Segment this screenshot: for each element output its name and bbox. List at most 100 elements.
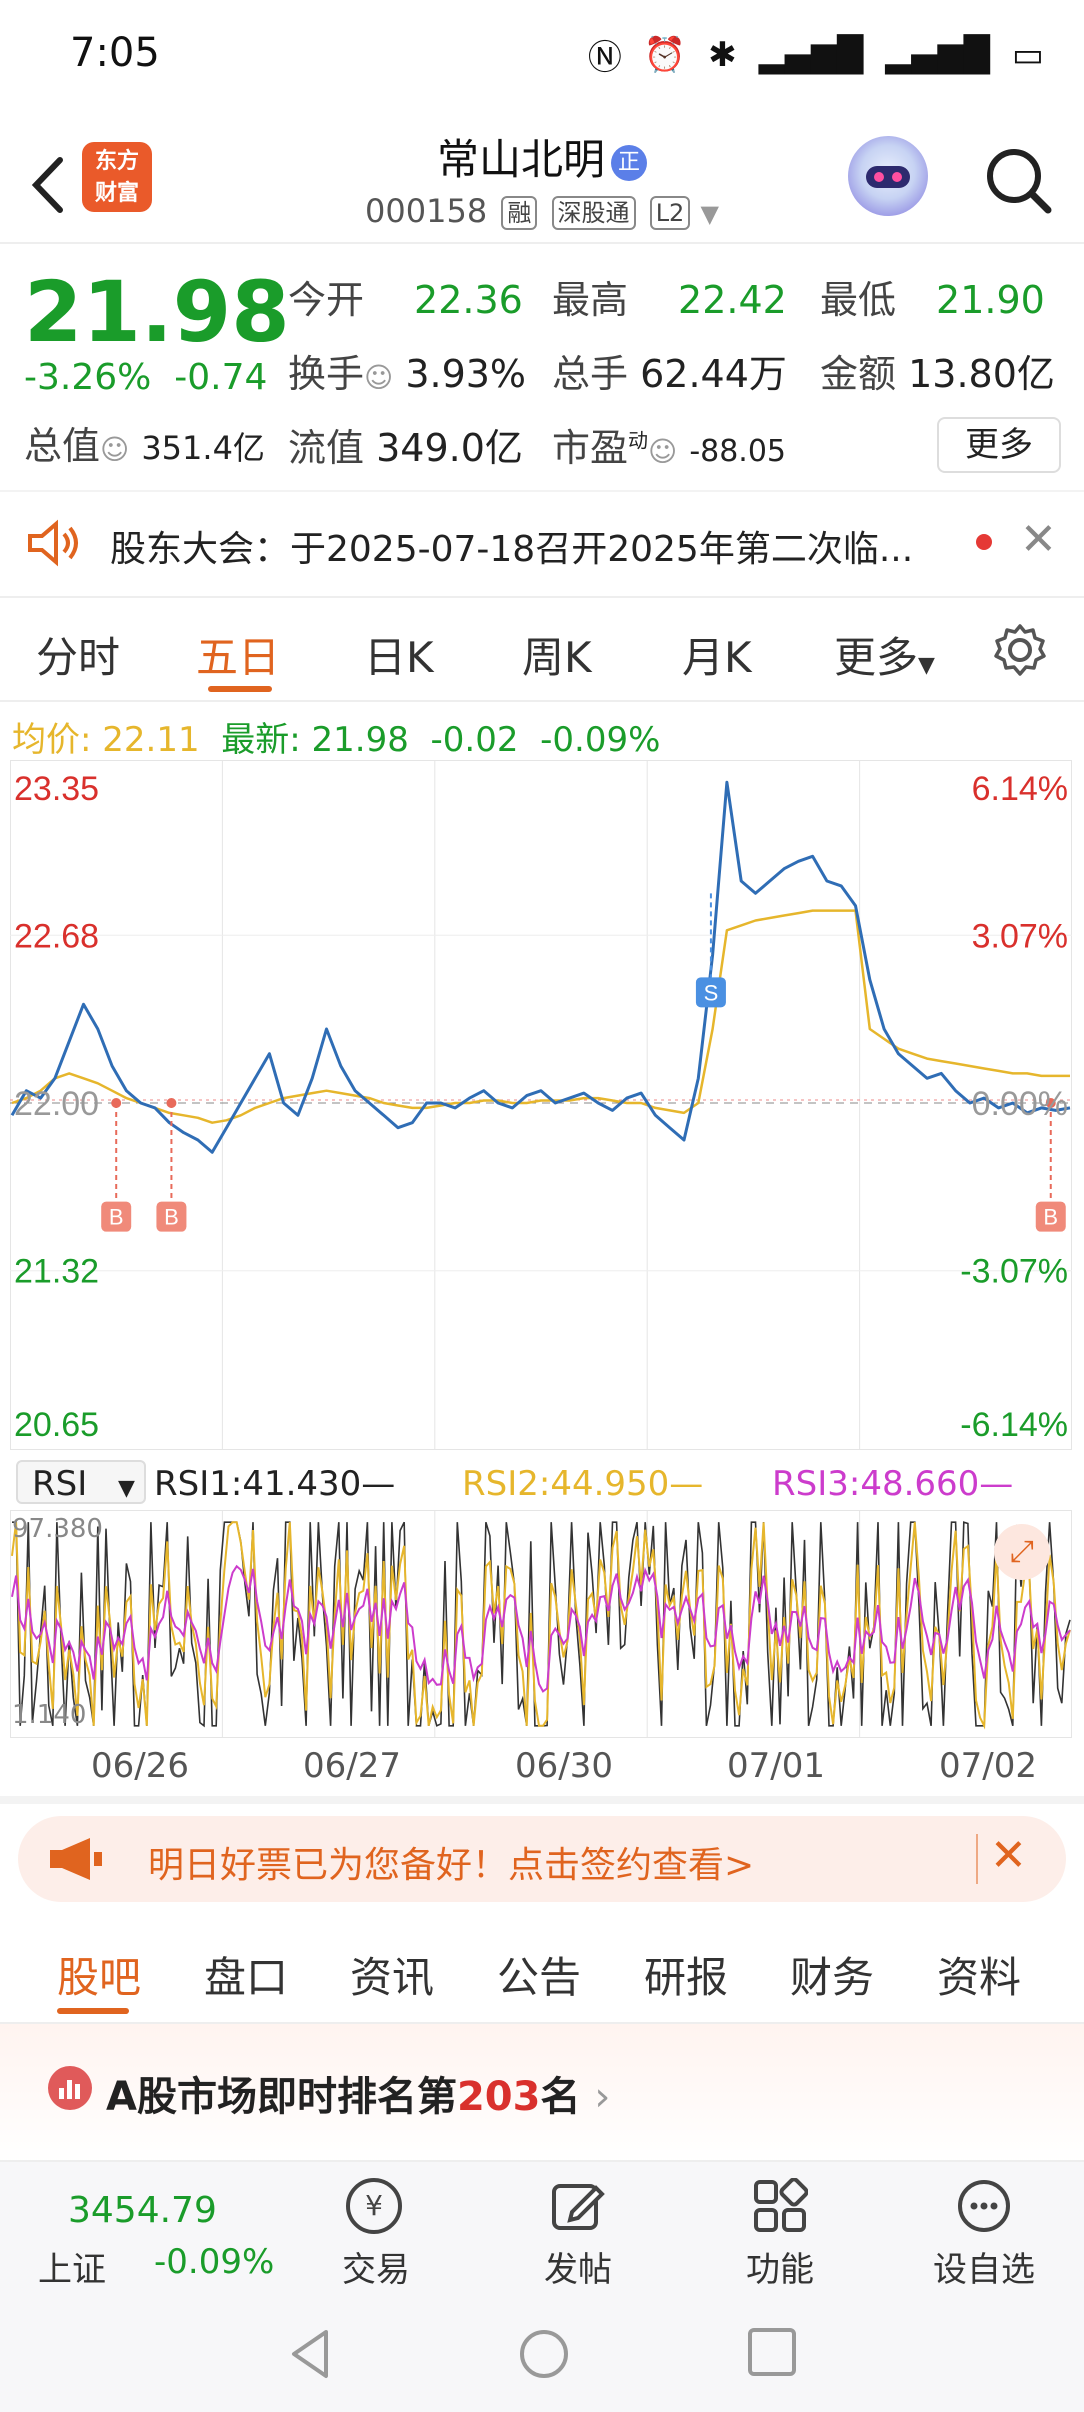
tab-more[interactable]: 更多▼	[834, 624, 935, 685]
post-button[interactable]: 发帖	[528, 2176, 628, 2296]
status-time: 7:05	[70, 30, 160, 76]
trade-button[interactable]: ¥ 交易	[326, 2176, 426, 2296]
rank-chart-icon	[48, 2066, 92, 2110]
tab-announcements[interactable]: 公告	[497, 1944, 581, 2005]
average-price-bar: 均价: 22.11 最新: 21.98 -0.02 -0.09%	[12, 720, 661, 760]
battery-icon: ▭	[1011, 34, 1044, 75]
bottom-toolbar: 3454.79 上证 -0.09% ¥ 交易 发帖 功能 设自选	[0, 2160, 1084, 2302]
close-icon[interactable]: ✕	[990, 1830, 1027, 1881]
rsi-min: 1.140	[12, 1700, 87, 1730]
buy-marker: B	[164, 1205, 179, 1230]
tab-monthly-k[interactable]: 月K	[682, 624, 752, 685]
y-axis-price-label: 22.00	[14, 1085, 99, 1123]
turnover-item: 换手☺ 3.93%	[288, 352, 527, 396]
signal-icon: ▂▄▆█	[758, 34, 864, 75]
notice-bar[interactable]: 股东大会：于2025-07-18召开2025年第二次临... ✕	[0, 492, 1084, 592]
functions-button[interactable]: 功能	[730, 2176, 830, 2296]
rsi1-label: RSI1:41.430—	[154, 1464, 396, 1504]
y-axis-pct-label: 0.00%	[972, 1085, 1068, 1123]
top-nav: 东方 财富 常山北明正 000158 融 深股通 L2 ▼	[0, 110, 1084, 240]
bluetooth-icon: ✱	[708, 34, 737, 75]
index-change: -0.09%	[154, 2242, 275, 2282]
index-ticker[interactable]: 3454.79 上证 -0.09%	[0, 2162, 300, 2302]
tab-weekly-k[interactable]: 周K	[522, 624, 592, 685]
dropdown-icon[interactable]: ▼	[701, 200, 719, 228]
rank-text: A股市场即时排名第203名 ›	[106, 2074, 611, 2120]
tag-connect: 深股通	[551, 196, 636, 230]
caret-down-icon: ▼	[918, 653, 935, 678]
divider	[0, 242, 1084, 244]
settings-button[interactable]	[992, 622, 1048, 682]
tab-orderbook[interactable]: 盘口	[204, 1944, 288, 2005]
rsi2-line	[11, 1521, 1071, 1730]
chevron-right-icon: ›	[594, 2074, 611, 2120]
buy-marker: B	[109, 1205, 124, 1230]
nfc-icon: Ⓝ	[587, 38, 622, 78]
caret-down-icon: ▼	[118, 1476, 135, 1501]
tab-news[interactable]: 资讯	[350, 1944, 434, 2005]
megaphone-icon	[50, 1838, 102, 1880]
low-item: 最低 21.90	[820, 278, 1045, 322]
rsi2-label: RSI2:44.950—	[462, 1464, 704, 1504]
date-axis: 06/26 06/27 06/30 07/01 07/02	[10, 1740, 1072, 1790]
enterprise-badge: 正	[611, 144, 647, 181]
promo-text: 明日好票已为您备好！点击签约查看>	[148, 1845, 755, 1886]
search-button[interactable]	[978, 140, 1058, 220]
amount-item: 金额 13.80亿	[820, 352, 1055, 396]
market-rank-card[interactable]: A股市场即时排名第203名 ›	[0, 2024, 1084, 2164]
tab-daily-k[interactable]: 日K	[364, 624, 434, 685]
change-value: -0.74	[174, 357, 268, 398]
yuan-icon: ¥	[346, 2178, 402, 2234]
rsi-chart[interactable]: 97.380 1.140 ⤢	[10, 1510, 1072, 1738]
mktcap-item: 总值☺ 351.4亿	[24, 424, 265, 468]
sell-marker: S	[704, 980, 719, 1005]
tab-research[interactable]: 研报	[644, 1944, 728, 2005]
y-axis-pct-label: 3.07%	[972, 917, 1068, 955]
apps-grid-icon	[754, 2178, 808, 2232]
unread-dot	[976, 534, 992, 550]
change-pct: -3.26%	[24, 357, 152, 398]
more-button[interactable]: 更多	[937, 417, 1061, 473]
info-icon: ☺	[648, 435, 678, 468]
speaker-icon	[28, 519, 78, 567]
more-dots-icon	[958, 2180, 1010, 2232]
tab-five-day[interactable]: 五日	[196, 624, 280, 685]
nav-recents-icon[interactable]	[746, 2326, 798, 2378]
promo-banner[interactable]: 明日好票已为您备好！点击签约查看> ✕	[18, 1816, 1066, 1902]
stock-name: 常山北明	[436, 135, 605, 184]
tab-active-indicator	[57, 2008, 129, 2014]
price-change: -3.26% -0.74	[24, 357, 267, 398]
five-day-price-chart[interactable]: B B S B 23.35 6.14% 22.68 3.07% 22.00 0.00% 21.32 -…	[10, 760, 1072, 1450]
edit-icon	[552, 2184, 605, 2230]
expand-icon[interactable]: ⤢	[994, 1524, 1050, 1580]
nav-home-icon[interactable]	[516, 2326, 572, 2382]
system-navigation-bar	[0, 2300, 1084, 2412]
rsi-chart-svg	[10, 1510, 1072, 1738]
float-item: 流值 349.0亿	[288, 426, 523, 470]
divider	[0, 1796, 1084, 1804]
buy-marker: B	[1043, 1205, 1058, 1230]
tab-active-indicator	[208, 686, 272, 692]
status-bar: 7:05 Ⓝ ⏰ ✱ ▂▄▆█ ▂▄▆█ ▭	[0, 0, 1084, 110]
alarm-icon: ⏰	[643, 34, 687, 75]
tab-profile[interactable]: 资料	[937, 1944, 1021, 2005]
close-icon[interactable]: ✕	[1020, 514, 1057, 565]
index-value: 3454.79	[68, 2190, 217, 2231]
tab-forum[interactable]: 股吧	[57, 1944, 141, 2005]
tab-intraday[interactable]: 分时	[36, 624, 120, 685]
divider	[0, 596, 1084, 598]
date-label: 06/26	[91, 1746, 189, 1786]
add-watchlist-button[interactable]: 设自选	[924, 2176, 1044, 2296]
nav-back-icon[interactable]	[286, 2326, 336, 2382]
date-label: 06/27	[303, 1746, 401, 1786]
tag-l2: L2	[649, 196, 691, 230]
rsi3-label: RSI3:48.660—	[772, 1464, 1014, 1504]
indicator-select[interactable]: RSI ▼	[16, 1460, 146, 1504]
status-icons: Ⓝ ⏰ ✱ ▂▄▆█ ▂▄▆█ ▭	[588, 30, 1044, 79]
y-axis-price-label: 22.68	[14, 917, 99, 955]
tab-finance[interactable]: 财务	[790, 1944, 874, 2005]
assistant-robot-icon[interactable]	[848, 136, 928, 216]
marker-dot	[111, 1098, 122, 1108]
date-label: 07/01	[727, 1746, 825, 1786]
marker-dot	[166, 1098, 177, 1108]
